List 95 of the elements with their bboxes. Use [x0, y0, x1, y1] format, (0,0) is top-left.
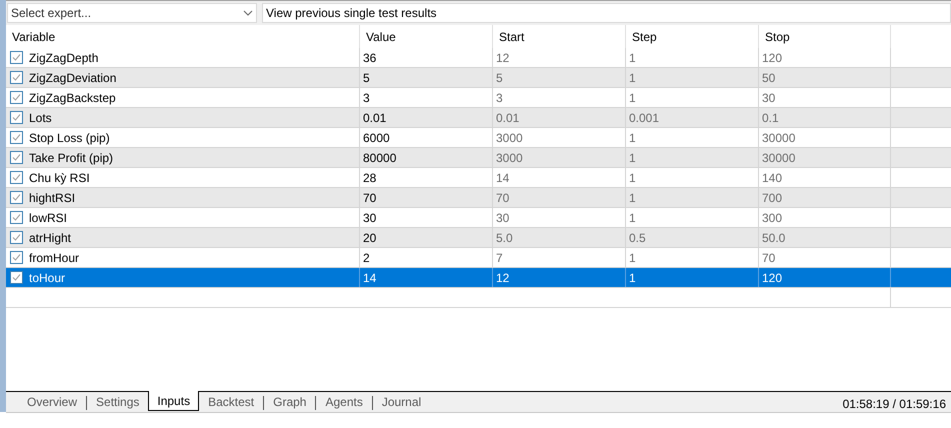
table-cell-text: atrHight — [29, 230, 72, 246]
table-cell-text: Take Profit (pip) — [29, 150, 114, 166]
table-row[interactable]: Stop Loss (pip) 6000 3000 1 30000 — [6, 128, 951, 148]
table-cell-text: 1 — [629, 150, 636, 166]
table-row[interactable]: atrHight 20 5.0 0.5 50.0 — [6, 228, 951, 248]
table-cell-text: 5 — [363, 70, 370, 86]
table-cell-text: 80000 — [363, 150, 396, 166]
table-cell-text: 5.0 — [496, 230, 513, 246]
table-row[interactable]: Chu kỳ RSI 28 14 1 140 — [6, 168, 951, 188]
table-cell-text: 14 — [363, 270, 376, 286]
table-cell-text: 1 — [629, 250, 636, 266]
table-cell-text: Stop Loss (pip) — [29, 130, 110, 146]
table-cell-text: 0.5 — [629, 230, 646, 246]
table-cell-text: 70 — [762, 250, 776, 266]
table-cell-text: 20 — [363, 230, 376, 246]
table-cell-text: 0.1 — [762, 110, 779, 126]
table-cell-text: 120 — [762, 270, 782, 286]
table-cell-text: 140 — [762, 170, 782, 186]
table-cell-text: 120 — [762, 50, 782, 66]
table-cell-text: 3000 — [496, 150, 523, 166]
table-cell-text: Chu kỳ RSI — [29, 170, 90, 186]
checkbox[interactable] — [10, 131, 23, 144]
table-row[interactable]: Take Profit (pip) 80000 3000 1 30000 — [6, 148, 951, 168]
table-cell-text: 6000 — [363, 130, 390, 146]
table-cell-text: toHour — [29, 270, 66, 286]
table-cell-text: 3 — [496, 90, 503, 106]
table-cell-text: 12 — [496, 270, 510, 286]
table-cell-text: 14 — [496, 170, 510, 186]
table-cell-text: 1 — [629, 210, 636, 226]
table-cell-text: 28 — [363, 170, 376, 186]
table-cell-text: 1 — [629, 270, 636, 286]
table-cell-text: 36 — [363, 50, 376, 66]
checkbox[interactable] — [10, 231, 23, 244]
table-cell-text: fromHour — [29, 250, 80, 266]
tab[interactable]: Journal — [372, 392, 430, 412]
table-cell-text: 1 — [629, 90, 636, 106]
table-cell-text: 0.001 — [629, 110, 660, 126]
table-cell-text: 30 — [496, 210, 510, 226]
tab[interactable]: Settings — [87, 392, 148, 412]
checkbox[interactable] — [10, 151, 23, 164]
table-cell-text: 70 — [496, 190, 510, 206]
table-cell-text: 30000 — [762, 130, 796, 146]
table-row[interactable]: ZigZagDepth 36 12 1 120 — [6, 48, 951, 68]
table-row[interactable]: ZigZagBackstep 3 3 1 30 — [6, 88, 951, 108]
checkbox[interactable] — [10, 251, 23, 264]
checkbox[interactable] — [10, 111, 23, 124]
table-cell-text: 1 — [629, 190, 636, 206]
table-cell-text: 700 — [762, 190, 782, 206]
checkbox[interactable] — [10, 271, 23, 284]
table-cell-text: ZigZagDepth — [29, 50, 98, 66]
table-cell-text: ZigZagDeviation — [29, 70, 116, 86]
table-row[interactable]: fromHour 2 7 1 70 — [6, 248, 951, 268]
table-row[interactable]: Lots 0.01 0.01 0.001 0.1 — [6, 108, 951, 128]
table-row[interactable]: lowRSI 30 30 1 300 — [6, 208, 951, 228]
table-cell-text: ZigZagBackstep — [29, 90, 116, 106]
table-cell-text: 30 — [762, 90, 776, 106]
table-cell-text: 12 — [496, 50, 510, 66]
table-row[interactable]: hightRSI 70 70 1 700 — [6, 188, 951, 208]
table-cell-text: 0.01 — [363, 110, 386, 126]
table-cell-text: lowRSI — [29, 210, 68, 226]
elapsed-time: 01:58:19 / 01:59:16 — [842, 396, 946, 413]
table-row[interactable]: ZigZagDeviation 5 5 1 50 — [6, 68, 951, 88]
table-row[interactable]: toHour 14 12 1 120 — [6, 268, 951, 288]
table-cell-text: 50.0 — [762, 230, 786, 246]
expert-select[interactable]: Select expert... — [7, 3, 257, 23]
table-cell-text: 2 — [363, 250, 370, 266]
table-cell-text: 1 — [629, 50, 636, 66]
chevron-down-icon — [243, 10, 253, 16]
table-cell-text: 1 — [629, 170, 636, 186]
checkbox[interactable] — [10, 171, 23, 184]
table-cell-text: Lots — [29, 110, 52, 126]
checkbox[interactable] — [10, 91, 23, 104]
table-cell-text: 30000 — [762, 150, 796, 166]
table-cell-text: 3 — [363, 90, 370, 106]
checkbox[interactable] — [10, 51, 23, 64]
table-cell-text: 5 — [496, 70, 503, 86]
results-field[interactable]: View previous single test results — [262, 3, 951, 23]
table-cell-text: 0.01 — [496, 110, 520, 126]
table-cell-text: 7 — [496, 250, 503, 266]
table-cell-text: 300 — [762, 210, 782, 226]
table-cell-text: 30 — [363, 210, 376, 226]
table-cell-text: 1 — [629, 130, 636, 146]
checkbox[interactable] — [10, 211, 23, 224]
checkbox[interactable] — [10, 71, 23, 84]
tab[interactable]: Inputs — [148, 391, 200, 411]
checkbox[interactable] — [10, 191, 23, 204]
tab[interactable]: Graph — [264, 392, 316, 412]
tab[interactable]: Backtest — [199, 392, 264, 412]
table-cell-text: 50 — [762, 70, 776, 86]
tab[interactable]: Agents — [316, 392, 372, 412]
tab[interactable]: Overview — [18, 392, 86, 412]
table-cell-text: 70 — [363, 190, 376, 206]
table-cell-text: 3000 — [496, 130, 523, 146]
table-cell-text: hightRSI — [29, 190, 76, 206]
table-cell-text: 1 — [629, 70, 636, 86]
